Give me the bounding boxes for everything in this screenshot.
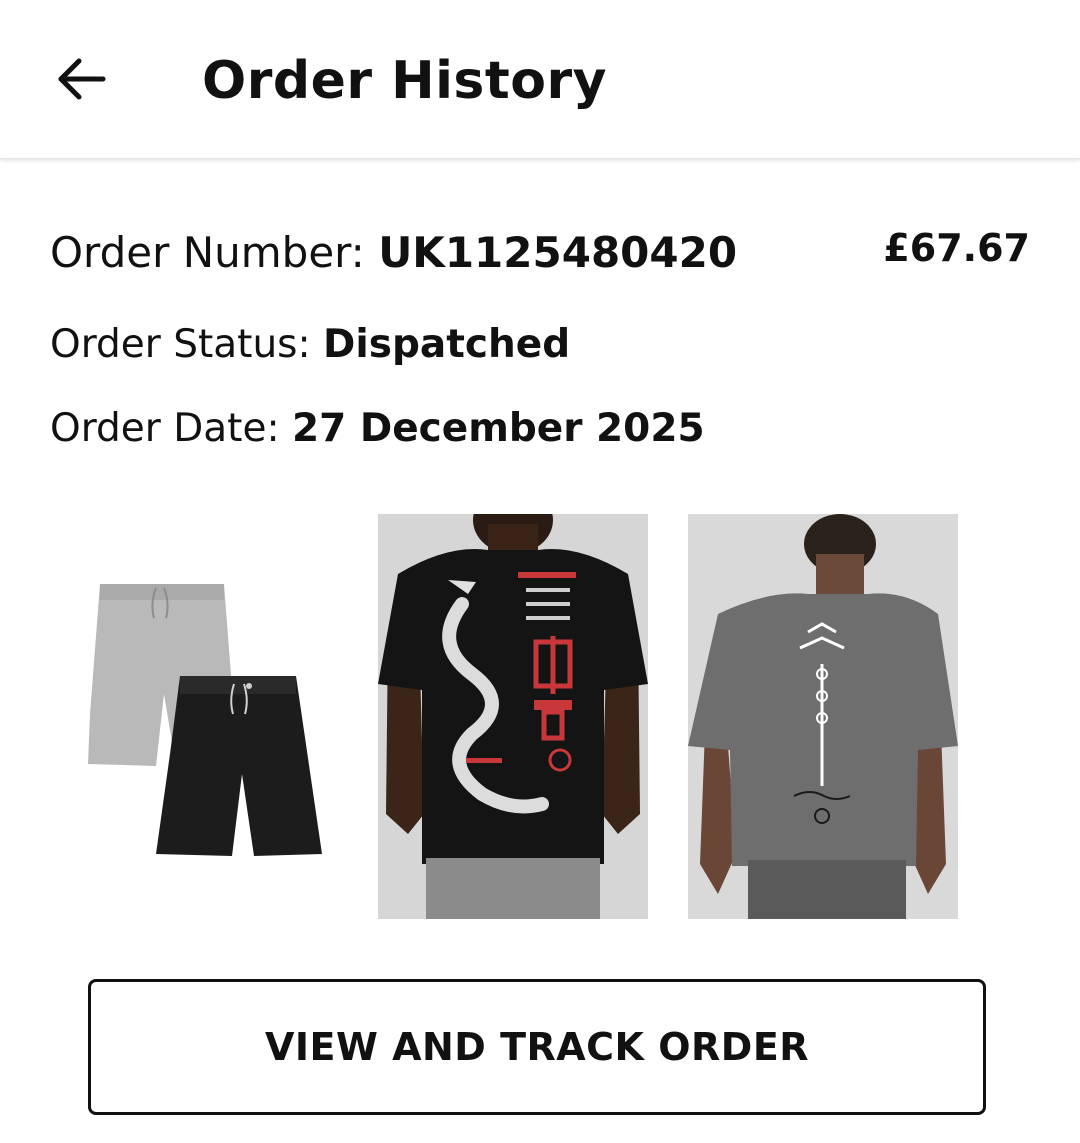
shorts-two-pack-image[interactable]	[68, 514, 338, 919]
order-history-screen: Order History Order Number: UK1125480420…	[0, 0, 1080, 1143]
arrow-left-icon	[58, 58, 106, 100]
order-date-label: Order Date:	[50, 406, 292, 451]
order-date-value: 27 December 2025	[291, 406, 705, 451]
order-status-label: Order Status:	[50, 322, 324, 367]
back-button[interactable]	[48, 46, 114, 112]
view-and-track-order-button[interactable]: VIEW AND TRACK ORDER	[88, 979, 986, 1115]
black-tshirt-dragon-print-image[interactable]	[378, 514, 648, 919]
order-number-row: Order Number: UK1125480420	[50, 228, 737, 278]
grey-tshirt-print-image[interactable]	[688, 514, 958, 919]
order-number-value: UK1125480420	[378, 228, 738, 277]
order-status-value: Dispatched	[323, 322, 571, 367]
order-status-row: Order Status: Dispatched	[50, 320, 570, 370]
order-number-label: Order Number:	[50, 228, 379, 277]
app-header: Order History	[0, 0, 1080, 159]
track-button-label: VIEW AND TRACK ORDER	[264, 1025, 810, 1069]
page-title: Order History	[202, 51, 608, 111]
order-date-row: Order Date: 27 December 2025	[50, 404, 705, 454]
order-total: £67.67	[883, 226, 1030, 270]
